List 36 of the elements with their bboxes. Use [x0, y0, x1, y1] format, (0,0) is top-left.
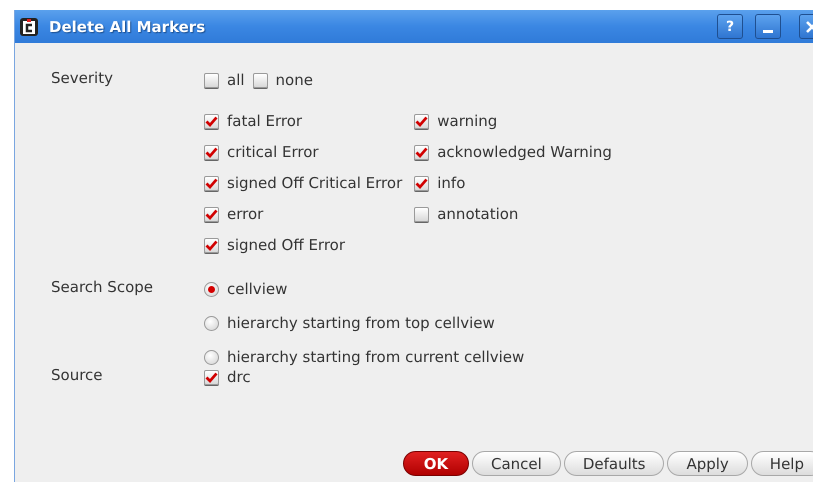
source-label: Source — [51, 366, 104, 384]
checkbox[interactable]: drc — [204, 366, 251, 388]
dialog-button[interactable]: Defaults — [564, 451, 664, 476]
window-title: Delete All Markers — [49, 18, 206, 36]
severity-label: Severity — [51, 69, 114, 87]
dialog-button[interactable]: Apply — [667, 451, 748, 476]
radio-button[interactable]: hierarchy starting from top cellview — [204, 312, 524, 334]
checkmark-icon — [205, 176, 218, 190]
checkbox[interactable]: fatal Error — [204, 110, 402, 132]
checkmark-icon — [205, 370, 218, 384]
app-icon — [19, 16, 39, 36]
checkbox[interactable]: error — [204, 203, 402, 225]
search-scope-label: Search Scope — [51, 278, 154, 296]
radio-button[interactable]: cellview — [204, 278, 524, 300]
checkbox[interactable]: signed Off Error — [204, 234, 402, 256]
ok-button[interactable]: OK — [402, 451, 469, 476]
checkmark-icon — [415, 176, 428, 190]
checkbox[interactable]: critical Error — [204, 141, 402, 163]
checkbox[interactable]: info — [414, 172, 612, 194]
checkmark-icon — [415, 146, 428, 158]
radio-button[interactable]: hierarchy starting from current cellview — [204, 346, 524, 368]
checkbox[interactable]: warning — [414, 110, 612, 132]
dialog-button[interactable]: Help — [750, 451, 813, 476]
checkbox[interactable]: all — [204, 69, 245, 91]
checkmark-icon — [205, 238, 218, 252]
checkmark-icon — [415, 114, 428, 128]
checkmark-icon — [205, 114, 218, 128]
checkmark-icon — [205, 146, 218, 158]
minimize-button[interactable] — [755, 14, 781, 39]
dialog-button[interactable]: Cancel — [472, 451, 561, 476]
checkmark-icon — [205, 208, 218, 220]
checkbox[interactable]: none — [252, 69, 313, 91]
checkbox[interactable]: annotation — [414, 203, 612, 225]
checkbox[interactable]: acknowledged Warning — [414, 141, 612, 163]
minimize-icon — [763, 30, 773, 33]
checkbox[interactable]: signed Off Critical Error — [204, 172, 402, 194]
